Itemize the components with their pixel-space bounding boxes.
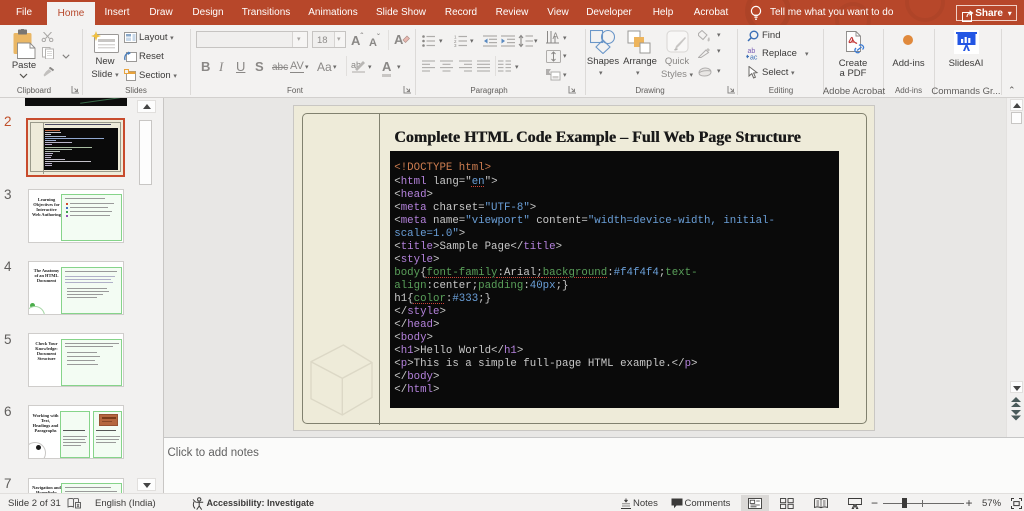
svg-text:3: 3	[454, 43, 457, 47]
svg-text:A: A	[394, 32, 404, 46]
svg-text:A: A	[553, 31, 559, 41]
svg-text:ac: ac	[750, 55, 758, 61]
